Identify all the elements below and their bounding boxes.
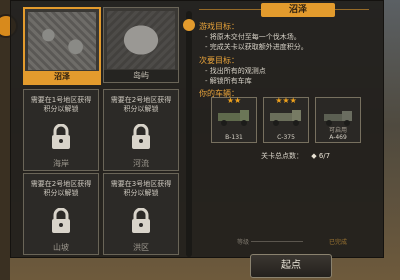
secondary-goals-title: 次要目标：: [199, 56, 239, 65]
truck-icon: [270, 110, 301, 126]
map-list-scrollbar[interactable]: [183, 11, 195, 257]
game-goals-title: 游戏目标：: [199, 22, 239, 31]
truck-card-a469[interactable]: 可启用 A-469: [315, 97, 361, 143]
map-tile-flood[interactable]: 需要在3号地区获得 积分以解锁 洪区: [103, 173, 179, 255]
map-name: 山坡: [53, 243, 69, 252]
lock-icon: [52, 208, 70, 233]
points-value: ◆ 6/7: [311, 152, 331, 160]
truck-stars: ★★: [226, 96, 242, 105]
map-tile-island[interactable]: 岛屿: [103, 7, 179, 83]
map-thumbnail: [107, 11, 175, 69]
game-goal-item: - 将原木交付至每一个伐木场。: [205, 33, 301, 41]
map-name: 沼泽: [25, 71, 99, 83]
truck-status: 可启用: [328, 127, 347, 134]
map-name: 河流: [133, 159, 149, 168]
unlock-requirement: 需要在1号地区获得 积分以解锁: [30, 96, 92, 113]
background-edge: [0, 0, 10, 280]
lock-icon: [132, 124, 150, 149]
map-select-panel: 沼泽 岛屿 需要在1号地区获得 积分以解锁 海岸 需要在2号地区获得 积分以解锁…: [10, 0, 384, 258]
lock-icon: [132, 208, 150, 233]
points-label: 关卡总点数：: [261, 152, 303, 160]
map-name: 岛屿: [104, 70, 178, 82]
map-name: 海岸: [53, 159, 69, 168]
progress-label-left: 等级: [237, 239, 250, 246]
progress-row: 等级 已完成: [237, 237, 347, 246]
unlock-requirement: 需要在3号地区获得 积分以解锁: [110, 180, 172, 197]
map-tile-hillside[interactable]: 需要在2号地区获得 积分以解锁 山坡: [23, 173, 99, 255]
trucks-row: ★★ B-131 ★★★ C-375 可启用 A-469: [211, 96, 361, 145]
unlock-requirement: 需要在2号地区获得 积分以解锁: [30, 180, 92, 197]
secondary-goal-item: - 解锁所有车库: [205, 77, 252, 85]
start-button[interactable]: 起点: [250, 254, 332, 278]
game-goal-item: - 完成关卡以获取额外进度积分。: [205, 43, 308, 51]
truck-icon: [324, 111, 352, 126]
truck-code: B-131: [225, 134, 243, 141]
lock-icon: [52, 124, 70, 149]
unlock-requirement: 需要在2号地区获得 积分以解锁: [110, 96, 172, 113]
level-points: 关卡总点数： ◆ 6/7: [261, 151, 330, 161]
map-tile-river[interactable]: 需要在2号地区获得 积分以解锁 河流: [103, 89, 179, 171]
truck-card-c375[interactable]: ★★★ C-375: [263, 96, 309, 143]
truck-stars: ★★★: [275, 96, 297, 105]
map-grid: 沼泽 岛屿 需要在1号地区获得 积分以解锁 海岸 需要在2号地区获得 积分以解锁…: [11, 1, 183, 257]
map-tile-coast[interactable]: 需要在1号地区获得 积分以解锁 海岸: [23, 89, 99, 171]
map-info-title: 沼泽: [261, 3, 335, 17]
truck-code: C-375: [277, 134, 295, 141]
map-info-panel: 沼泽 游戏目标： - 将原木交付至每一个伐木场。 - 完成关卡以获取额外进度积分…: [197, 1, 375, 257]
truck-icon: [218, 110, 249, 126]
map-name: 洪区: [133, 243, 149, 252]
scroll-thumb[interactable]: [183, 19, 195, 31]
map-tile-swamp[interactable]: 沼泽: [23, 7, 101, 85]
truck-code: A-469: [329, 134, 347, 141]
secondary-goal-item: - 找出所有的观测点: [205, 67, 266, 75]
truck-card-b131[interactable]: ★★ B-131: [211, 96, 257, 143]
map-thumbnail: [28, 12, 96, 70]
progress-label-right: 已完成: [328, 239, 347, 246]
progress-divider: [251, 241, 303, 242]
